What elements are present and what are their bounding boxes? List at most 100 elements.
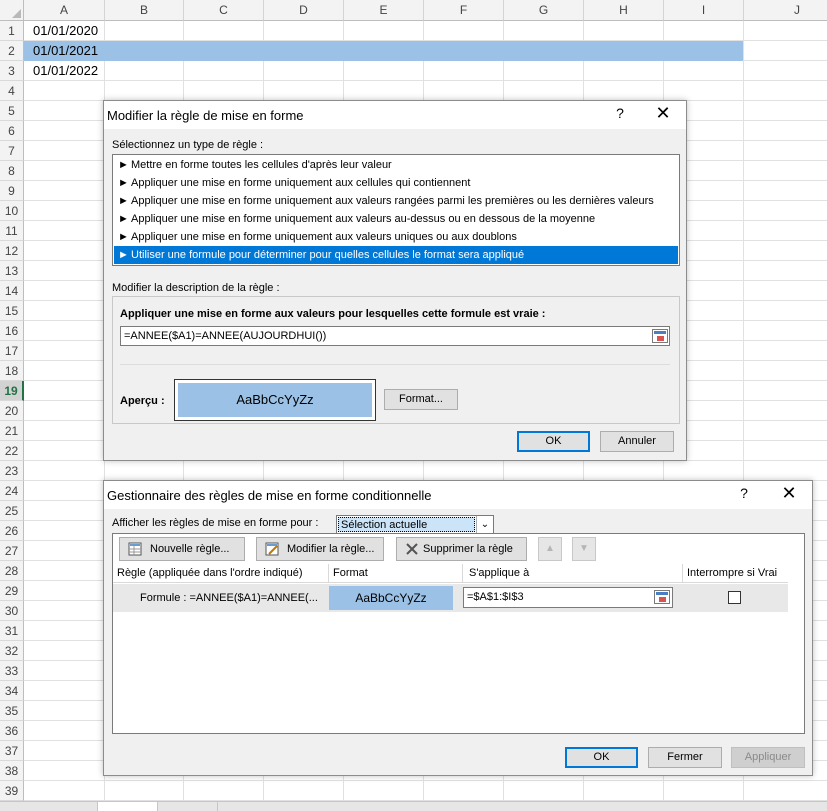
column-header-a[interactable]: A [24, 0, 105, 21]
format-button[interactable]: Format... [384, 389, 458, 410]
row-header-6[interactable]: 6 [0, 121, 24, 141]
row-header-15[interactable]: 15 [0, 301, 24, 321]
edit-rule-dialog: Modifier la règle de mise en forme ? ✕ S… [103, 100, 687, 461]
move-up-button[interactable]: ▲ [538, 537, 562, 561]
row-header-19[interactable]: 19 [0, 381, 24, 401]
divider [120, 364, 670, 365]
stop-if-true-checkbox[interactable] [728, 591, 741, 604]
ok-button[interactable]: OK [517, 431, 590, 452]
select-all-corner[interactable] [0, 0, 24, 21]
cell-a2[interactable]: 01/01/2021 [24, 41, 104, 61]
rule-type-item[interactable]: ► Utiliser une formule pour déterminer po… [114, 246, 678, 264]
row-header-7[interactable]: 7 [0, 141, 24, 161]
sheet-tab-active[interactable] [98, 802, 158, 811]
delete-rule-label: Supprimer la règle [423, 543, 513, 555]
column-header-h[interactable]: H [584, 0, 664, 21]
row-header-21[interactable]: 21 [0, 421, 24, 441]
show-rules-select[interactable]: Sélection actuelle ⌄ [336, 515, 494, 534]
column-header-g[interactable]: G [504, 0, 584, 21]
rule-type-item[interactable]: ► Appliquer une mise en forme uniquement … [114, 228, 678, 246]
arrow-right-icon: ► [118, 231, 129, 243]
edit-rule-titlebar[interactable]: Modifier la règle de mise en forme ? ✕ [104, 101, 686, 129]
applies-to-input[interactable]: =$A$1:$I$3 [463, 587, 673, 608]
row-header-26[interactable]: 26 [0, 521, 24, 541]
row-header-37[interactable]: 37 [0, 741, 24, 761]
row-header-20[interactable]: 20 [0, 401, 24, 421]
row-header-30[interactable]: 30 [0, 601, 24, 621]
row-header-13[interactable]: 13 [0, 261, 24, 281]
row-header-18[interactable]: 18 [0, 361, 24, 381]
row-header-11[interactable]: 11 [0, 221, 24, 241]
cell-a3[interactable]: 01/01/2022 [24, 61, 104, 81]
row-header-1[interactable]: 1 [0, 21, 24, 41]
edit-rule-button[interactable]: Modifier la règle... [256, 537, 384, 561]
new-rule-button[interactable]: Nouvelle règle... [119, 537, 245, 561]
rule-description-panel: Appliquer une mise en forme aux valeurs … [112, 296, 680, 424]
arrow-up-icon: ▲ [545, 543, 555, 554]
row-header-9[interactable]: 9 [0, 181, 24, 201]
close-icon[interactable]: ✕ [780, 483, 798, 504]
column-header-j[interactable]: J [744, 0, 827, 21]
rule-type-item[interactable]: ► Appliquer une mise en forme uniquement … [114, 174, 678, 192]
row-header-16[interactable]: 16 [0, 321, 24, 341]
row-header-35[interactable]: 35 [0, 701, 24, 721]
apply-button[interactable]: Appliquer [731, 747, 805, 768]
sheet-tab-bar [0, 801, 827, 811]
row-header-23[interactable]: 23 [0, 461, 24, 481]
row-header-29[interactable]: 29 [0, 581, 24, 601]
row-header-22[interactable]: 22 [0, 441, 24, 461]
row-header-34[interactable]: 34 [0, 681, 24, 701]
rule-type-item[interactable]: ► Appliquer une mise en forme uniquement … [114, 210, 678, 228]
table-row[interactable]: Formule : =ANNEE($A1)=ANNEE(... AaBbCcYy… [113, 584, 788, 612]
row-header-3[interactable]: 3 [0, 61, 24, 81]
sheet-tab[interactable] [0, 802, 98, 811]
cancel-button[interactable]: Annuler [600, 431, 674, 452]
row-header-14[interactable]: 14 [0, 281, 24, 301]
cell-a1[interactable]: 01/01/2020 [24, 21, 104, 41]
row-header-32[interactable]: 32 [0, 641, 24, 661]
highlighted-row-2 [24, 41, 743, 61]
chevron-down-icon[interactable]: ⌄ [476, 516, 493, 533]
ok-button[interactable]: OK [565, 747, 638, 768]
row-header-38[interactable]: 38 [0, 761, 24, 781]
close-button[interactable]: Fermer [648, 747, 722, 768]
rule-type-label: Appliquer une mise en forme uniquement a… [131, 195, 654, 207]
row-header-10[interactable]: 10 [0, 201, 24, 221]
row-header-5[interactable]: 5 [0, 101, 24, 121]
column-header-d[interactable]: D [264, 0, 344, 21]
row-header-12[interactable]: 12 [0, 241, 24, 261]
sheet-tab[interactable] [158, 802, 218, 811]
formula-input[interactable]: =ANNEE($A1)=ANNEE(AUJOURDHUI()) [120, 326, 670, 346]
move-down-button[interactable]: ▼ [572, 537, 596, 561]
column-header-e[interactable]: E [344, 0, 424, 21]
row-header-36[interactable]: 36 [0, 721, 24, 741]
range-selector-icon[interactable] [652, 329, 668, 343]
row-header-17[interactable]: 17 [0, 341, 24, 361]
grid-line [24, 80, 827, 81]
rule-type-item[interactable]: ► Mettre en forme toutes les cellules d'a… [114, 156, 678, 174]
column-header-f[interactable]: F [424, 0, 504, 21]
row-header-8[interactable]: 8 [0, 161, 24, 181]
row-header-31[interactable]: 31 [0, 621, 24, 641]
rule-type-item[interactable]: ► Appliquer une mise en forme uniquement … [114, 192, 678, 210]
new-rule-label: Nouvelle règle... [150, 543, 230, 555]
row-header-28[interactable]: 28 [0, 561, 24, 581]
row-header-33[interactable]: 33 [0, 661, 24, 681]
select-rule-type-label: Sélectionnez un type de règle : [112, 139, 264, 151]
help-button[interactable]: ? [736, 485, 752, 501]
row-header-4[interactable]: 4 [0, 81, 24, 101]
rule-type-list[interactable]: ► Mettre en forme toutes les cellules d'a… [112, 154, 680, 266]
close-icon[interactable]: ✕ [654, 103, 672, 124]
column-header-b[interactable]: B [105, 0, 184, 21]
help-button[interactable]: ? [612, 105, 628, 121]
rules-manager-titlebar[interactable]: Gestionnaire des règles de mise en forme… [104, 481, 812, 509]
range-selector-icon[interactable] [654, 590, 670, 604]
row-header-24[interactable]: 24 [0, 481, 24, 501]
row-header-39[interactable]: 39 [0, 781, 24, 801]
row-header-2[interactable]: 2 [0, 41, 24, 61]
row-header-27[interactable]: 27 [0, 541, 24, 561]
column-header-i[interactable]: I [664, 0, 744, 21]
column-header-c[interactable]: C [184, 0, 264, 21]
delete-rule-button[interactable]: Supprimer la règle [396, 537, 527, 561]
row-header-25[interactable]: 25 [0, 501, 24, 521]
